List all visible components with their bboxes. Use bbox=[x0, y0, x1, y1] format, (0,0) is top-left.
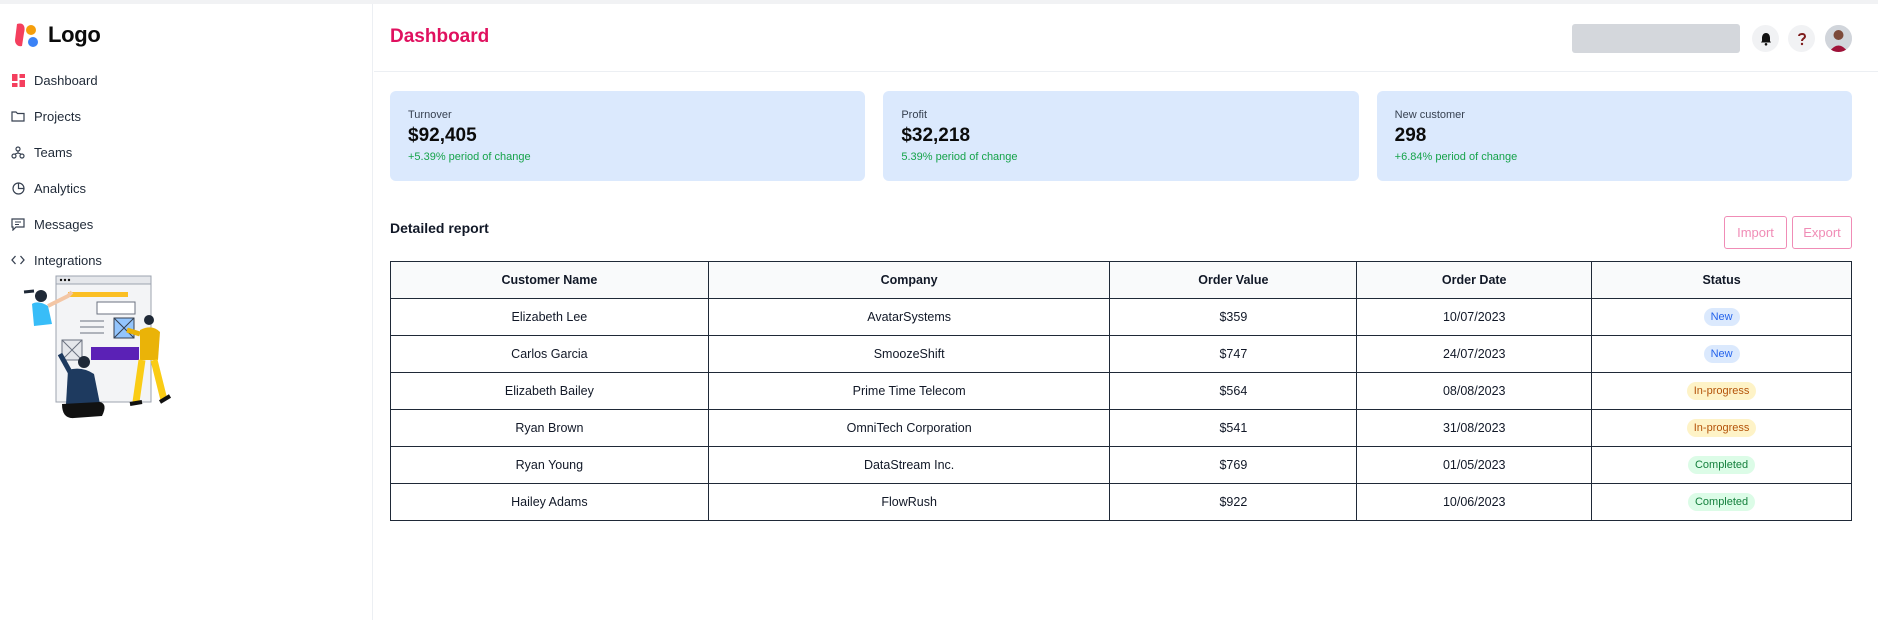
cell-status: In-progress bbox=[1591, 409, 1852, 447]
stat-card-turnover: Turnover $92,405 +5.39% period of change bbox=[390, 91, 866, 181]
cell-customer-name: Elizabeth Bailey bbox=[390, 372, 709, 410]
cell-order-value: $541 bbox=[1109, 409, 1358, 447]
report-table: Customer Name Company Order Value Order … bbox=[390, 261, 1852, 521]
message-icon bbox=[10, 216, 26, 232]
cell-order-value: $564 bbox=[1109, 372, 1358, 410]
cell-status: In-progress bbox=[1591, 372, 1852, 410]
table-row[interactable]: Carlos Garcia SmoozeShift $747 24/07/202… bbox=[390, 335, 1852, 373]
status-badge: Completed bbox=[1687, 493, 1756, 511]
cell-company: AvatarSystems bbox=[707, 298, 1111, 336]
cell-order-date: 31/08/2023 bbox=[1356, 409, 1593, 447]
cell-order-date: 24/07/2023 bbox=[1356, 335, 1593, 373]
table-header-row: Customer Name Company Order Value Order … bbox=[390, 261, 1852, 299]
table-row[interactable]: Elizabeth Lee AvatarSystems $359 10/07/2… bbox=[390, 298, 1852, 336]
cell-company: FlowRush bbox=[707, 483, 1111, 521]
column-header[interactable]: Status bbox=[1591, 261, 1852, 299]
stat-value: $92,405 bbox=[408, 125, 477, 146]
sidebar: Logo Dashboard Projects Teams Analytics bbox=[0, 4, 373, 620]
report-title: Detailed report bbox=[390, 220, 489, 236]
column-header[interactable]: Order Value bbox=[1109, 261, 1358, 299]
stat-label: Profit bbox=[901, 109, 928, 121]
sidebar-item-dashboard[interactable]: Dashboard bbox=[10, 62, 102, 98]
user-photo-icon bbox=[1825, 25, 1852, 52]
stat-change: +5.39% period of change bbox=[408, 151, 531, 163]
bell-icon bbox=[1760, 32, 1771, 46]
sidebar-item-teams[interactable]: Teams bbox=[10, 134, 102, 170]
sidebar-item-projects[interactable]: Projects bbox=[10, 98, 102, 134]
help-button[interactable] bbox=[1788, 25, 1815, 52]
sidebar-item-label: Messages bbox=[34, 216, 94, 232]
export-button[interactable]: Export bbox=[1792, 216, 1852, 249]
notifications-button[interactable] bbox=[1752, 25, 1779, 52]
cell-customer-name: Hailey Adams bbox=[390, 483, 709, 521]
logo-icon bbox=[15, 23, 38, 47]
table-row[interactable]: Elizabeth Bailey Prime Time Telecom $564… bbox=[390, 372, 1852, 410]
stat-change: +6.84% period of change bbox=[1394, 151, 1518, 163]
cell-order-value: $359 bbox=[1109, 298, 1358, 336]
sidebar-item-messages[interactable]: Messages bbox=[10, 206, 102, 242]
cell-order-date: 08/08/2023 bbox=[1356, 372, 1593, 410]
top-header: Dashboard bbox=[374, 4, 1878, 72]
cell-company: SmoozeShift bbox=[707, 335, 1111, 373]
status-badge: New bbox=[1703, 308, 1740, 326]
sidebar-item-label: Projects bbox=[34, 108, 81, 124]
table-row[interactable]: Hailey Adams FlowRush $922 10/06/2023 Co… bbox=[390, 483, 1852, 521]
column-header[interactable]: Company bbox=[707, 261, 1111, 299]
sidebar-item-label: Dashboard bbox=[34, 72, 98, 88]
stat-card-profit: Profit $32,218 5.39% period of change bbox=[883, 91, 1359, 181]
table-row[interactable]: Ryan Brown OmniTech Corporation $541 31/… bbox=[390, 409, 1852, 447]
column-header[interactable]: Customer Name bbox=[390, 261, 709, 299]
folder-icon bbox=[10, 108, 26, 124]
import-button[interactable]: Import bbox=[1724, 216, 1787, 249]
cell-order-date: 10/07/2023 bbox=[1356, 298, 1593, 336]
sidebar-item-label: Analytics bbox=[34, 180, 87, 196]
stat-value: 298 bbox=[1394, 125, 1427, 146]
cell-order-value: $747 bbox=[1109, 335, 1358, 373]
cell-customer-name: Ryan Young bbox=[390, 446, 709, 484]
team-collaboration-illustration bbox=[23, 275, 172, 419]
cell-company: DataStream Inc. bbox=[707, 446, 1111, 484]
cell-customer-name: Ryan Brown bbox=[390, 409, 709, 447]
stat-value: $32,218 bbox=[901, 125, 971, 146]
cell-company: Prime Time Telecom bbox=[707, 372, 1111, 410]
stat-label: New customer bbox=[1394, 109, 1465, 121]
sidebar-item-label: Integrations bbox=[34, 252, 102, 268]
sidebar-item-integrations[interactable]: Integrations bbox=[10, 242, 102, 278]
cell-order-date: 01/05/2023 bbox=[1356, 446, 1593, 484]
avatar[interactable] bbox=[1825, 25, 1852, 52]
sidebar-item-analytics[interactable]: Analytics bbox=[10, 170, 102, 206]
cell-customer-name: Carlos Garcia bbox=[390, 335, 709, 373]
cell-order-date: 10/06/2023 bbox=[1356, 483, 1593, 521]
page-title: Dashboard bbox=[390, 26, 490, 47]
sidebar-nav: Dashboard Projects Teams Analytics Messa… bbox=[10, 62, 102, 278]
sidebar-item-label: Teams bbox=[34, 144, 73, 160]
dashboard-icon bbox=[10, 72, 26, 88]
status-badge: In-progress bbox=[1686, 419, 1757, 437]
brand-logo[interactable]: Logo bbox=[14, 22, 101, 48]
stat-card-new-customer: New customer 298 +6.84% period of change bbox=[1376, 91, 1852, 181]
cell-status: Completed bbox=[1591, 446, 1852, 484]
cell-status: New bbox=[1591, 335, 1852, 373]
stat-change: 5.39% period of change bbox=[901, 151, 1018, 163]
cell-company: OmniTech Corporation bbox=[707, 409, 1111, 447]
pie-chart-icon bbox=[10, 180, 26, 196]
code-icon bbox=[10, 252, 26, 268]
help-icon bbox=[1797, 32, 1806, 45]
column-header[interactable]: Order Date bbox=[1356, 261, 1593, 299]
stats-cards: Turnover $92,405 +5.39% period of change… bbox=[390, 91, 1852, 181]
cell-customer-name: Elizabeth Lee bbox=[390, 298, 709, 336]
search-input[interactable] bbox=[1572, 24, 1740, 53]
status-badge: New bbox=[1703, 345, 1740, 363]
stat-label: Turnover bbox=[408, 109, 452, 121]
cell-order-value: $922 bbox=[1109, 483, 1358, 521]
teams-icon bbox=[10, 144, 26, 160]
status-badge: In-progress bbox=[1686, 382, 1757, 400]
cell-order-value: $769 bbox=[1109, 446, 1358, 484]
brand-name: Logo bbox=[48, 22, 101, 47]
cell-status: Completed bbox=[1591, 483, 1852, 521]
status-badge: Completed bbox=[1687, 456, 1756, 474]
cell-status: New bbox=[1591, 298, 1852, 336]
table-row[interactable]: Ryan Young DataStream Inc. $769 01/05/20… bbox=[390, 446, 1852, 484]
